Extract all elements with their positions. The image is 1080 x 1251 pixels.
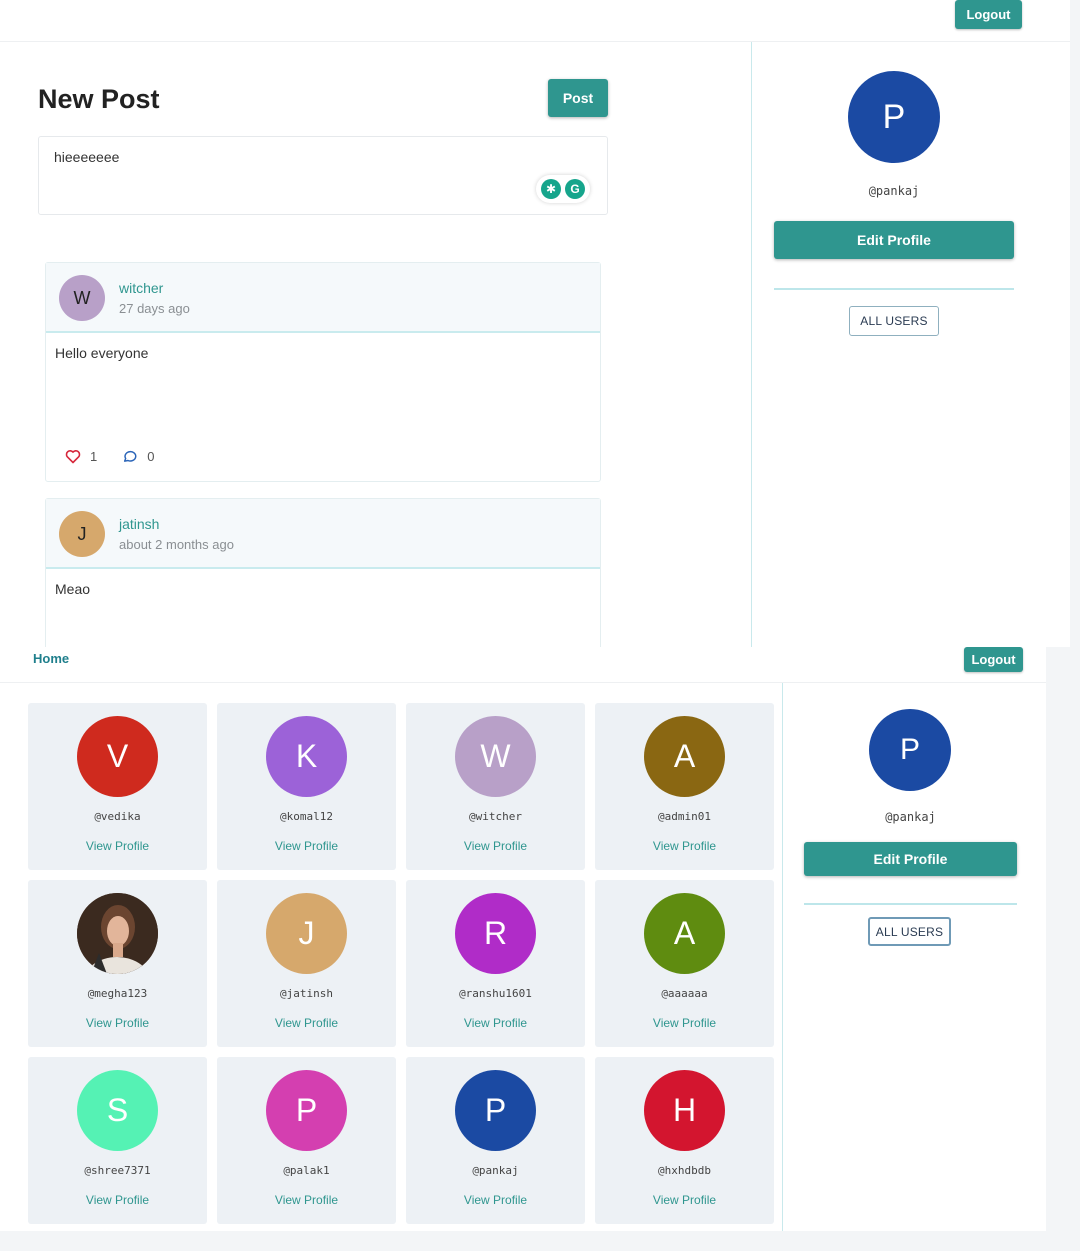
avatar: H — [644, 1070, 725, 1151]
like-count: 1 — [90, 449, 98, 464]
grammarly-icon[interactable]: G — [565, 179, 585, 199]
logout-button[interactable]: Logout — [955, 0, 1022, 29]
new-post-text: hieeeeeee — [54, 149, 120, 165]
user-card: S @shree7371 View Profile — [28, 1057, 207, 1224]
user-handle: @aaaaaa — [661, 987, 708, 1000]
home-link[interactable]: Home — [33, 651, 69, 666]
user-handle: @witcher — [469, 810, 522, 823]
editor-extension-icons[interactable]: ✱ G — [536, 175, 590, 203]
post-timestamp: about 2 months ago — [119, 537, 234, 552]
avatar-photo — [77, 893, 158, 974]
new-post-title: New Post — [38, 84, 160, 114]
avatar: A — [644, 893, 725, 974]
user-handle: @megha123 — [87, 987, 148, 1000]
home-feed-screen: Logout New Post Post hieeeeeee ✱ G W wit… — [0, 0, 1070, 647]
post-content: Meao — [55, 581, 91, 597]
user-card: R @ranshu1601 View Profile — [406, 880, 585, 1047]
user-handle: @jatinsh — [280, 987, 333, 1000]
view-profile-link[interactable]: View Profile — [595, 1016, 774, 1030]
view-profile-link[interactable]: View Profile — [217, 839, 396, 853]
user-card: V @vedika View Profile — [28, 703, 207, 870]
avatar: P — [266, 1070, 347, 1151]
user-card: P @pankaj View Profile — [406, 1057, 585, 1224]
post-username[interactable]: witcher — [119, 280, 163, 296]
all-users-button[interactable]: ALL USERS — [849, 306, 939, 336]
user-card: H @hxhdbdb View Profile — [595, 1057, 774, 1224]
post-button[interactable]: Post — [548, 79, 608, 117]
sidebar-separator — [774, 288, 1014, 290]
sidebar-separator — [804, 903, 1017, 905]
post-timestamp: 27 days ago — [119, 301, 190, 316]
view-profile-link[interactable]: View Profile — [217, 1193, 396, 1207]
avatar: J — [266, 893, 347, 974]
avatar: W — [455, 716, 536, 797]
users-grid: V @vedika View Profile K @komal12 View Profil… — [28, 703, 774, 1224]
user-card: A @aaaaaa View Profile — [595, 880, 774, 1047]
avatar: V — [77, 716, 158, 797]
view-profile-link[interactable]: View Profile — [28, 1193, 207, 1207]
view-profile-link[interactable]: View Profile — [595, 1193, 774, 1207]
user-card: P @palak1 View Profile — [217, 1057, 396, 1224]
post-header: W witcher 27 days ago — [46, 263, 600, 333]
avatar: R — [455, 893, 536, 974]
user-handle: @pankaj — [472, 1164, 519, 1177]
comment-icon[interactable] — [122, 449, 138, 464]
view-profile-link[interactable]: View Profile — [217, 1016, 396, 1030]
profile-handle: @pankaj — [885, 810, 936, 824]
user-handle: @admin01 — [658, 810, 711, 823]
avatar: K — [266, 716, 347, 797]
profile-handle: @pankaj — [868, 184, 920, 198]
sidebar-divider — [782, 683, 783, 1231]
user-handle: @shree7371 — [84, 1164, 151, 1177]
user-handle: @vedika — [94, 810, 141, 823]
logout-button[interactable]: Logout — [964, 647, 1023, 672]
view-profile-link[interactable]: View Profile — [406, 1193, 585, 1207]
user-card: A @admin01 View Profile — [595, 703, 774, 870]
post-card: J jatinsh about 2 months ago Meao — [45, 498, 601, 647]
post-actions: 1 0 — [65, 449, 154, 464]
post-username[interactable]: jatinsh — [119, 516, 159, 532]
post-header: J jatinsh about 2 months ago — [46, 499, 600, 569]
avatar: S — [77, 1070, 158, 1151]
profile-avatar: P — [869, 709, 951, 791]
all-users-screen: Home Logout V @vedika View Profile K @komal1… — [0, 647, 1046, 1231]
user-handle: @komal12 — [280, 810, 333, 823]
post-card: W witcher 27 days ago Hello everyone 1 0 — [45, 262, 601, 482]
all-users-button[interactable]: ALL USERS — [868, 917, 951, 946]
view-profile-link[interactable]: View Profile — [406, 839, 585, 853]
avatar: A — [644, 716, 725, 797]
sidebar-divider — [751, 42, 752, 647]
avatar: J — [59, 511, 105, 557]
user-card: K @komal12 View Profile — [217, 703, 396, 870]
bulb-icon[interactable]: ✱ — [541, 179, 561, 199]
user-handle: @hxhdbdb — [658, 1164, 711, 1177]
navbar-divider — [0, 682, 1046, 683]
view-profile-link[interactable]: View Profile — [28, 1016, 207, 1030]
avatar: W — [59, 275, 105, 321]
edit-profile-button[interactable]: Edit Profile — [774, 221, 1014, 259]
user-handle: @ranshu1601 — [459, 987, 532, 1000]
user-card: @megha123 View Profile — [28, 880, 207, 1047]
post-content: Hello everyone — [55, 345, 149, 361]
top-navbar: Logout — [0, 0, 1070, 42]
comment-count: 0 — [147, 449, 155, 464]
profile-avatar: P — [848, 71, 940, 163]
user-card: J @jatinsh View Profile — [217, 880, 396, 1047]
edit-profile-button[interactable]: Edit Profile — [804, 842, 1017, 876]
view-profile-link[interactable]: View Profile — [595, 839, 774, 853]
view-profile-link[interactable]: View Profile — [406, 1016, 585, 1030]
avatar: P — [455, 1070, 536, 1151]
new-post-textarea[interactable]: hieeeeeee ✱ G — [38, 136, 608, 215]
user-handle: @palak1 — [283, 1164, 330, 1177]
view-profile-link[interactable]: View Profile — [28, 839, 207, 853]
heart-icon[interactable] — [65, 449, 81, 464]
user-card: W @witcher View Profile — [406, 703, 585, 870]
